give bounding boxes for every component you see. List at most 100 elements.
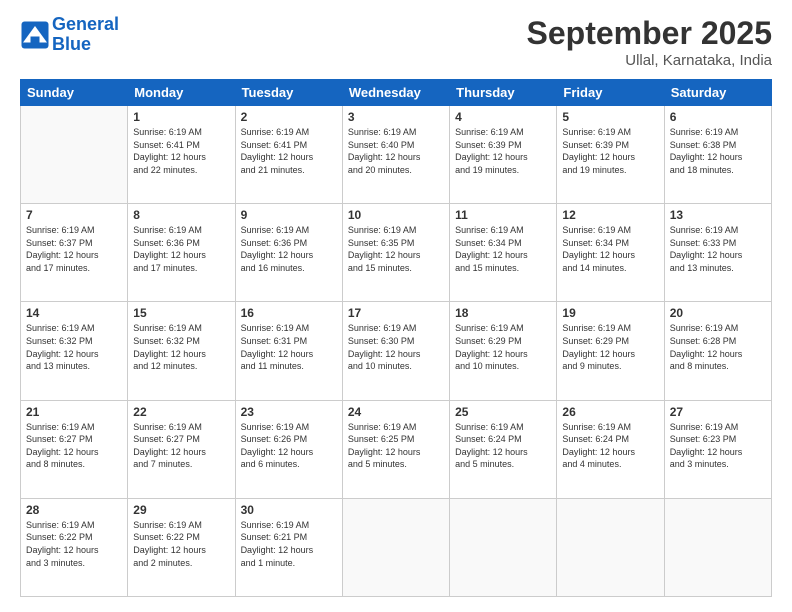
cell-w2-d3: 10 Sunrise: 6:19 AM Sunset: 6:35 PM Dayli… — [342, 204, 449, 302]
day-number: 20 — [670, 306, 766, 320]
calendar: Sunday Monday Tuesday Wednesday Thursday… — [20, 79, 772, 597]
cell-info: Sunrise: 6:19 AM Sunset: 6:39 PM Dayligh… — [455, 126, 551, 176]
day-number: 8 — [133, 208, 229, 222]
header-tuesday: Tuesday — [235, 80, 342, 106]
cell-w2-d5: 12 Sunrise: 6:19 AM Sunset: 6:34 PM Dayli… — [557, 204, 664, 302]
header-saturday: Saturday — [664, 80, 771, 106]
day-number: 27 — [670, 405, 766, 419]
cell-w1-d5: 5 Sunrise: 6:19 AM Sunset: 6:39 PM Daylig… — [557, 106, 664, 204]
header-sunday: Sunday — [21, 80, 128, 106]
cell-w5-d0: 28 Sunrise: 6:19 AM Sunset: 6:22 PM Dayli… — [21, 498, 128, 596]
day-number: 28 — [26, 503, 122, 517]
header-friday: Friday — [557, 80, 664, 106]
cell-w2-d1: 8 Sunrise: 6:19 AM Sunset: 6:36 PM Daylig… — [128, 204, 235, 302]
day-number: 19 — [562, 306, 658, 320]
cell-info: Sunrise: 6:19 AM Sunset: 6:32 PM Dayligh… — [26, 322, 122, 372]
cell-w5-d6 — [664, 498, 771, 596]
day-number: 23 — [241, 405, 337, 419]
title-section: September 2025 Ullal, Karnataka, India — [527, 15, 772, 69]
cell-info: Sunrise: 6:19 AM Sunset: 6:39 PM Dayligh… — [562, 126, 658, 176]
cell-w2-d4: 11 Sunrise: 6:19 AM Sunset: 6:34 PM Dayli… — [450, 204, 557, 302]
cell-info: Sunrise: 6:19 AM Sunset: 6:29 PM Dayligh… — [455, 322, 551, 372]
cell-w4-d3: 24 Sunrise: 6:19 AM Sunset: 6:25 PM Dayli… — [342, 400, 449, 498]
day-number: 14 — [26, 306, 122, 320]
day-number: 29 — [133, 503, 229, 517]
week-row-1: 1 Sunrise: 6:19 AM Sunset: 6:41 PM Daylig… — [21, 106, 772, 204]
cell-w1-d0 — [21, 106, 128, 204]
cell-w5-d5 — [557, 498, 664, 596]
cell-w1-d3: 3 Sunrise: 6:19 AM Sunset: 6:40 PM Daylig… — [342, 106, 449, 204]
cell-w4-d4: 25 Sunrise: 6:19 AM Sunset: 6:24 PM Dayli… — [450, 400, 557, 498]
day-number: 24 — [348, 405, 444, 419]
cell-w3-d0: 14 Sunrise: 6:19 AM Sunset: 6:32 PM Dayli… — [21, 302, 128, 400]
cell-w4-d1: 22 Sunrise: 6:19 AM Sunset: 6:27 PM Dayli… — [128, 400, 235, 498]
cell-info: Sunrise: 6:19 AM Sunset: 6:23 PM Dayligh… — [670, 421, 766, 471]
cell-info: Sunrise: 6:19 AM Sunset: 6:40 PM Dayligh… — [348, 126, 444, 176]
week-row-2: 7Sunrise: 6:19 AM Sunset: 6:37 PM Daylig… — [21, 204, 772, 302]
cell-info: Sunrise: 6:19 AM Sunset: 6:24 PM Dayligh… — [455, 421, 551, 471]
cell-w5-d1: 29Sunrise: 6:19 AM Sunset: 6:22 PM Dayli… — [128, 498, 235, 596]
logo-line2: Blue — [52, 34, 91, 54]
logo-icon — [20, 20, 50, 50]
cell-info: Sunrise: 6:19 AM Sunset: 6:33 PM Dayligh… — [670, 224, 766, 274]
cell-info: Sunrise: 6:19 AM Sunset: 6:24 PM Dayligh… — [562, 421, 658, 471]
logo-text: General Blue — [52, 15, 119, 55]
day-number: 13 — [670, 208, 766, 222]
header: General Blue September 2025 Ullal, Karna… — [20, 15, 772, 69]
cell-w1-d1: 1 Sunrise: 6:19 AM Sunset: 6:41 PM Daylig… — [128, 106, 235, 204]
week-row-4: 21 Sunrise: 6:19 AM Sunset: 6:27 PM Dayli… — [21, 400, 772, 498]
cell-info: Sunrise: 6:19 AM Sunset: 6:30 PM Dayligh… — [348, 322, 444, 372]
cell-info: Sunrise: 6:19 AM Sunset: 6:26 PM Dayligh… — [241, 421, 337, 471]
cell-info: Sunrise: 6:19 AM Sunset: 6:31 PM Dayligh… — [241, 322, 337, 372]
cell-info: Sunrise: 6:19 AM Sunset: 6:38 PM Dayligh… — [670, 126, 766, 176]
header-wednesday: Wednesday — [342, 80, 449, 106]
cell-info: Sunrise: 6:19 AM Sunset: 6:35 PM Dayligh… — [348, 224, 444, 274]
day-number: 2 — [241, 110, 337, 124]
week-row-5: 28 Sunrise: 6:19 AM Sunset: 6:22 PM Dayli… — [21, 498, 772, 596]
cell-w3-d4: 18 Sunrise: 6:19 AM Sunset: 6:29 PM Dayli… — [450, 302, 557, 400]
day-number: 16 — [241, 306, 337, 320]
cell-w5-d3 — [342, 498, 449, 596]
week-row-3: 14 Sunrise: 6:19 AM Sunset: 6:32 PM Dayli… — [21, 302, 772, 400]
day-number: 9 — [241, 208, 337, 222]
header-monday: Monday — [128, 80, 235, 106]
cell-w1-d2: 2Sunrise: 6:19 AM Sunset: 6:41 PM Daylig… — [235, 106, 342, 204]
day-number: 30 — [241, 503, 337, 517]
day-number: 11 — [455, 208, 551, 222]
day-number: 10 — [348, 208, 444, 222]
day-number: 17 — [348, 306, 444, 320]
cell-w2-d0: 7Sunrise: 6:19 AM Sunset: 6:37 PM Daylig… — [21, 204, 128, 302]
cell-w2-d2: 9 Sunrise: 6:19 AM Sunset: 6:36 PM Daylig… — [235, 204, 342, 302]
cell-info: Sunrise: 6:19 AM Sunset: 6:41 PM Dayligh… — [133, 126, 229, 176]
cell-info: Sunrise: 6:19 AM Sunset: 6:27 PM Dayligh… — [133, 421, 229, 471]
logo: General Blue — [20, 15, 119, 55]
header-thursday: Thursday — [450, 80, 557, 106]
day-number: 15 — [133, 306, 229, 320]
day-number: 5 — [562, 110, 658, 124]
day-number: 1 — [133, 110, 229, 124]
cell-info: Sunrise: 6:19 AM Sunset: 6:25 PM Dayligh… — [348, 421, 444, 471]
day-number: 12 — [562, 208, 658, 222]
cell-w4-d6: 27 Sunrise: 6:19 AM Sunset: 6:23 PM Dayli… — [664, 400, 771, 498]
month-title: September 2025 — [527, 15, 772, 52]
cell-w3-d3: 17 Sunrise: 6:19 AM Sunset: 6:30 PM Dayli… — [342, 302, 449, 400]
cell-info: Sunrise: 6:19 AM Sunset: 6:29 PM Dayligh… — [562, 322, 658, 372]
cell-w1-d4: 4Sunrise: 6:19 AM Sunset: 6:39 PM Daylig… — [450, 106, 557, 204]
cell-info: Sunrise: 6:19 AM Sunset: 6:34 PM Dayligh… — [455, 224, 551, 274]
cell-w3-d2: 16 Sunrise: 6:19 AM Sunset: 6:31 PM Dayli… — [235, 302, 342, 400]
cell-info: Sunrise: 6:19 AM Sunset: 6:36 PM Dayligh… — [241, 224, 337, 274]
day-number: 25 — [455, 405, 551, 419]
day-number: 18 — [455, 306, 551, 320]
day-number: 21 — [26, 405, 122, 419]
page: General Blue September 2025 Ullal, Karna… — [0, 0, 792, 612]
day-number: 3 — [348, 110, 444, 124]
day-number: 22 — [133, 405, 229, 419]
cell-info: Sunrise: 6:19 AM Sunset: 6:21 PM Dayligh… — [241, 519, 337, 569]
cell-w3-d6: 20Sunrise: 6:19 AM Sunset: 6:28 PM Dayli… — [664, 302, 771, 400]
cell-info: Sunrise: 6:19 AM Sunset: 6:36 PM Dayligh… — [133, 224, 229, 274]
cell-info: Sunrise: 6:19 AM Sunset: 6:34 PM Dayligh… — [562, 224, 658, 274]
cell-w5-d2: 30 Sunrise: 6:19 AM Sunset: 6:21 PM Dayli… — [235, 498, 342, 596]
cell-info: Sunrise: 6:19 AM Sunset: 6:22 PM Dayligh… — [26, 519, 122, 569]
cell-w3-d5: 19 Sunrise: 6:19 AM Sunset: 6:29 PM Dayli… — [557, 302, 664, 400]
cell-w4-d0: 21Sunrise: 6:19 AM Sunset: 6:27 PM Dayli… — [21, 400, 128, 498]
